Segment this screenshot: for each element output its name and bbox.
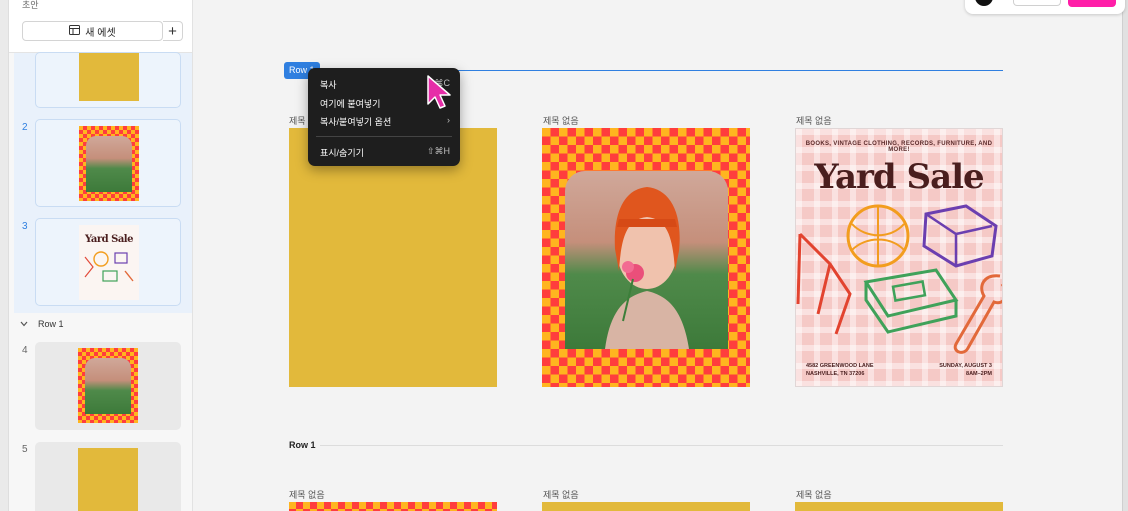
yard-sale-doodles-icon [84,251,134,282]
layout-icon [69,24,81,38]
poster-yellow[interactable] [289,128,497,387]
chevron-right-icon: › [447,115,450,125]
address-line-2: NASHVILLE, TN 37206 [806,371,865,377]
page-thumbnail-3[interactable]: Yard Sale [35,218,181,306]
canvas-scrollbar[interactable] [1122,0,1128,511]
menu-item-label: 복사 [320,80,337,90]
secondary-button[interactable] [1013,0,1061,6]
page-number-3: 3 [22,221,28,232]
portrait-photo [565,171,728,349]
poster-yellow[interactable] [542,502,750,511]
menu-separator [316,136,452,137]
add-asset-button[interactable]: + [163,21,183,41]
sidebar-row-group[interactable]: Row 1 [20,319,64,329]
page-thumbnail-5[interactable] [35,442,181,511]
page-number-5: 5 [22,444,28,455]
item-title: 제목 없음 [796,490,832,500]
thumbnail-yellow-poster [78,448,138,511]
poster-photo[interactable] [542,128,750,387]
row-label[interactable]: Row 1 [289,440,316,450]
primary-button[interactable] [1068,0,1116,7]
address-line-1: 4582 GREENWOOD LANE [806,363,874,369]
page-thumbnail-2[interactable] [35,119,181,207]
yard-sale-date: SUNDAY, AUGUST 3 8AM–2PM [939,362,992,378]
top-toolbar [965,0,1125,14]
sidebar-edge [0,0,9,511]
sidebar-title: 초안 [22,0,39,10]
poster-photo[interactable] [289,502,497,511]
sidebar-header: 초안 새 에셋 + [9,0,192,53]
menu-item-shortcut: ⇧⌘H [426,146,450,156]
yard-sale-address: 4582 GREENWOOD LANE NASHVILLE, TN 37206 [806,362,874,378]
item-title: 제목 없음 [796,116,832,126]
yard-sale-title: Yard Sale [814,157,984,197]
thumbnail-photo [86,136,132,192]
cursor-icon [427,75,451,109]
menu-item-copy-paste-options[interactable]: 복사/붙여넣기 옵션 › [320,115,450,128]
page-number-4: 4 [22,345,28,356]
thumbnail-yard-sale-title: Yard Sale [85,234,133,245]
thumbnail-photo-poster [78,348,138,423]
thumbnail-photo [85,358,131,414]
new-asset-button[interactable]: 새 에셋 [22,21,163,41]
row-divider [320,445,1003,446]
chevron-down-icon[interactable] [20,319,28,329]
item-title: 제목 없음 [543,116,579,126]
menu-item-label: 복사/붙여넣기 옵션 [320,117,392,127]
page-thumbnail-4[interactable] [35,342,181,430]
portrait-figure [605,187,689,349]
menu-item-label: 표시/숨기기 [320,148,364,158]
thumbnail-yard-sale-poster: Yard Sale [79,225,139,300]
avatar[interactable] [975,0,993,6]
item-title: 제목 없음 [543,490,579,500]
sidebar-row-group-label: Row 1 [38,319,64,329]
thumbnail-photo-poster [79,126,139,201]
page-thumbnail-1[interactable] [35,52,181,108]
item-title: 제목 없음 [289,490,325,500]
menu-item-show-hide[interactable]: 표시/숨기기 ⇧⌘H [320,146,450,159]
page-number-2: 2 [22,122,28,133]
yard-sale-illustrations-icon [796,204,1002,354]
menu-item-label: 여기에 붙여넣기 [320,99,381,109]
assets-sidebar: 초안 새 에셋 + 2 3 Yard Sale Row 1 4 5 [0,0,193,511]
date-line-2: 8AM–2PM [966,371,992,377]
date-line-1: SUNDAY, AUGUST 3 [939,363,992,369]
poster-yard-sale[interactable]: BOOKS, VINTAGE CLOTHING, RECORDS, FURNIT… [795,128,1003,387]
poster-yellow[interactable] [795,502,1003,511]
yard-sale-tagline: BOOKS, VINTAGE CLOTHING, RECORDS, FURNIT… [805,141,993,153]
thumbnail-yellow-poster [79,53,139,101]
new-asset-label: 새 에셋 [85,27,116,39]
